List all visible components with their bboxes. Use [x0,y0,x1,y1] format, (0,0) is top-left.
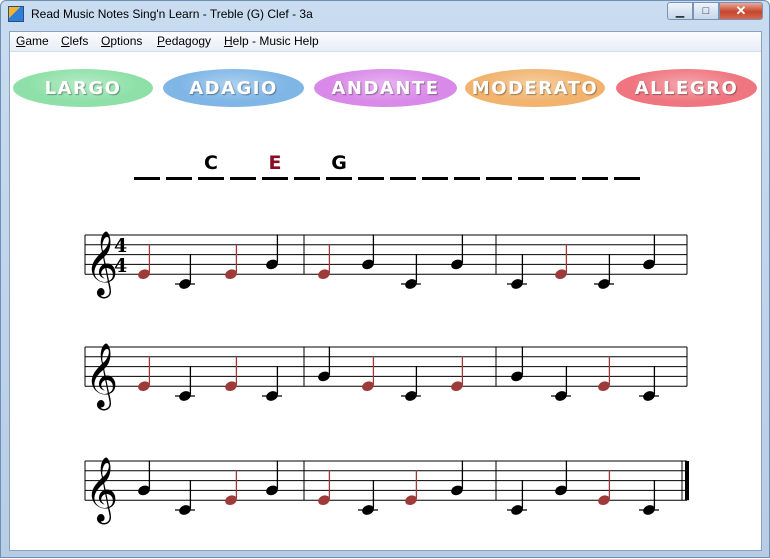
final-bar-thick [685,461,689,501]
music-score: 𝄞44𝄞𝄞 [84,231,689,524]
time-signature-bottom: 4 [114,255,127,277]
app-window: Read Music Notes Sing'n Learn - Treble (… [0,0,770,558]
treble-clef-icon: 𝄞 [85,343,118,410]
treble-clef-icon: 𝄞 [85,457,118,524]
time-signature-top: 4 [114,235,127,257]
